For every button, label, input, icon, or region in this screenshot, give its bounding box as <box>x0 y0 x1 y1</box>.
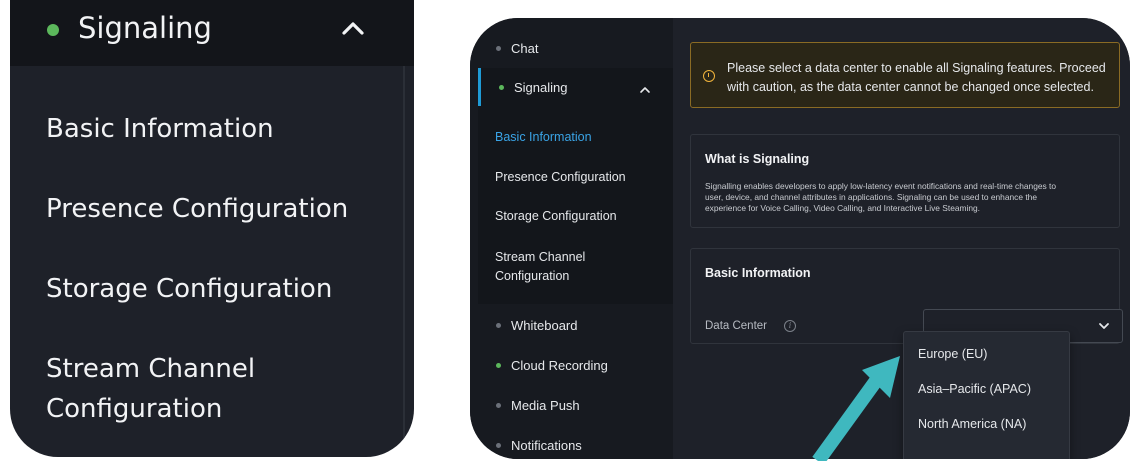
sidebar-subitem-storage-configuration[interactable]: Storage Configuration <box>495 206 617 226</box>
zoomed-item-configuration[interactable]: Configuration <box>46 388 222 430</box>
zoomed-item-presence-configuration[interactable]: Presence Configuration <box>46 188 348 230</box>
warning-banner: Please select a data center to enable al… <box>690 42 1120 108</box>
zoomed-item-stream-channel[interactable]: Stream Channel <box>46 348 255 390</box>
sidebar-item-whiteboard[interactable]: Whiteboard <box>470 315 673 335</box>
data-center-label: Data Center <box>705 320 768 332</box>
sidebar-item-cloud-recording[interactable]: Cloud Recording <box>470 355 673 375</box>
pointer-arrow-up <box>812 356 900 461</box>
sidebar-item-label: Whiteboard <box>511 317 578 333</box>
warning-text-line: Please select a data center to enable al… <box>727 61 1106 75</box>
chevron-down-icon <box>1099 323 1109 329</box>
sidebar-item-label: Cloud Recording <box>511 357 608 373</box>
sidebar-subitem-basic-information[interactable]: Basic Information <box>495 127 592 147</box>
description-line: Signalling enables developers to apply l… <box>705 181 1057 191</box>
warning-icon <box>703 70 715 82</box>
description-line: user, device, and channel attributes in … <box>705 192 1037 202</box>
sidebar-item-notifications[interactable]: Notifications <box>470 435 673 455</box>
status-dot <box>496 402 501 408</box>
sidebar-item-label: Notifications <box>511 437 582 453</box>
what-is-signaling-card: What is Signaling Signalling enables dev… <box>690 134 1120 228</box>
chevron-up-icon[interactable] <box>638 83 652 97</box>
sidebar-item-media-push[interactable]: Media Push <box>470 395 673 415</box>
status-dot <box>499 84 504 90</box>
zoomed-section-title: Signaling <box>78 11 212 45</box>
chevron-up-icon[interactable] <box>338 14 368 44</box>
card-title: What is Signaling <box>705 152 810 166</box>
option-north-america[interactable]: North America (NA) <box>918 417 1026 431</box>
divider <box>403 66 405 457</box>
status-dot <box>47 24 59 36</box>
option-asia-pacific[interactable]: Asia–Pacific (APAC) <box>918 382 1031 396</box>
card-title: Basic Information <box>705 266 811 280</box>
zoomed-item-basic-information[interactable]: Basic Information <box>46 108 274 150</box>
sidebar-item-chat[interactable]: Chat <box>470 38 673 58</box>
status-dot <box>496 442 501 448</box>
zoomed-item-storage-configuration[interactable]: Storage Configuration <box>46 268 332 310</box>
warning-text-line: with caution, as the data center cannot … <box>727 80 1094 94</box>
status-dot <box>496 362 501 368</box>
status-dot <box>496 322 501 328</box>
option-europe[interactable]: Europe (EU) <box>918 347 987 361</box>
status-dot <box>496 45 501 51</box>
sidebar-item-label: Signaling <box>514 79 568 95</box>
sidebar-item-label: Chat <box>511 40 539 56</box>
info-icon[interactable]: i <box>784 320 796 332</box>
zoomed-menu-panel: Signaling Basic Information Presence Con… <box>10 0 414 457</box>
card-description: Signalling enables developers to apply l… <box>705 181 1117 214</box>
warning-text: Please select a data center to enable al… <box>727 59 1107 97</box>
sidebar-item-label: Media Push <box>511 397 580 413</box>
zoomed-section-header[interactable]: Signaling <box>10 0 414 66</box>
sidebar-subitem-configuration[interactable]: Configuration <box>495 266 569 286</box>
sidebar-subitem-stream-channel[interactable]: Stream Channel <box>495 247 585 267</box>
data-center-dropdown-menu: Europe (EU) Asia–Pacific (APAC) North Am… <box>903 331 1070 459</box>
basic-information-card: Basic Information Data Center i <box>690 248 1123 344</box>
description-line: experience for Voice Calling, Video Call… <box>705 203 980 213</box>
sidebar-subitem-presence-configuration[interactable]: Presence Configuration <box>495 167 626 187</box>
sidebar: Chat Signaling Basic Information Presenc… <box>470 18 673 459</box>
